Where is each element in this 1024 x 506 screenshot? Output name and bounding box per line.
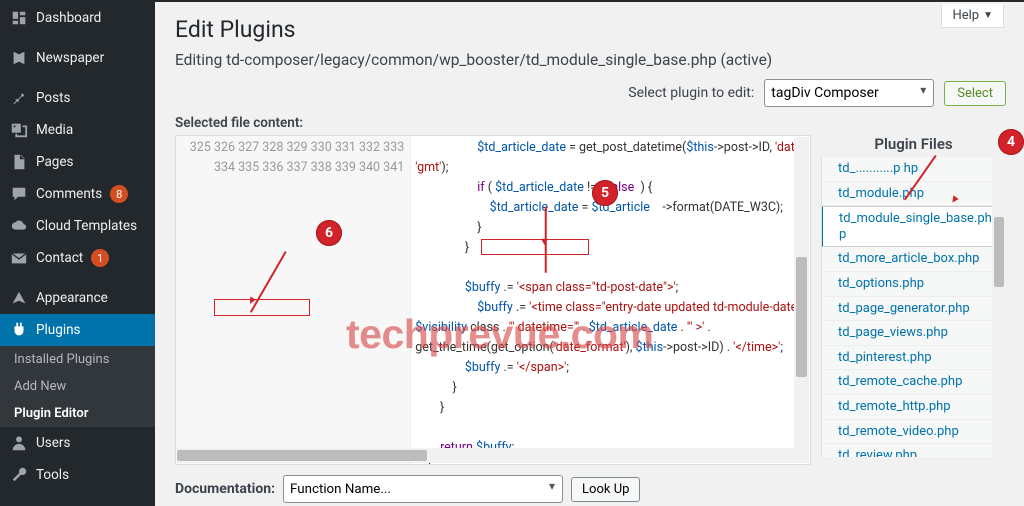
sidebar-item-plugins[interactable]: Plugins — [0, 314, 155, 346]
plugin-file-item[interactable]: td_remote_http.php — [822, 395, 1006, 420]
callout-5: 5 — [592, 180, 618, 206]
sidebar-item-label: Posts — [36, 90, 70, 106]
callout-6: 6 — [316, 220, 342, 246]
page-icon — [10, 153, 28, 171]
cloud-icon — [10, 217, 28, 235]
appearance-icon — [10, 289, 28, 307]
sidebar-item-newspaper[interactable]: Newspaper — [0, 42, 155, 74]
plugin-files-heading: Plugin Files — [821, 135, 1006, 153]
sidebar-item-media[interactable]: Media — [0, 114, 155, 146]
comment-icon — [10, 185, 28, 203]
sidebar-item-cloud-templates[interactable]: Cloud Templates — [0, 210, 155, 242]
help-label: Help — [952, 8, 979, 23]
sidebar-item-posts[interactable]: Posts — [0, 82, 155, 114]
selected-file-label: Selected file content: — [175, 115, 303, 131]
sidebar-item-pages[interactable]: Pages — [0, 146, 155, 178]
sidebar-item-users[interactable]: Users — [0, 427, 155, 459]
sidebar-subitem-add-new[interactable]: Add New — [0, 373, 155, 400]
badge: 1 — [91, 249, 109, 267]
plugin-file-list: td_...........p hptd_module.phptd_module… — [821, 157, 1006, 457]
plugin-file-item[interactable]: td_remote_video.php — [822, 420, 1006, 445]
mail-icon — [10, 249, 28, 267]
plugin-file-item[interactable]: td_more_article_box.php — [822, 247, 1006, 272]
select-button[interactable]: Select — [944, 81, 1006, 106]
sidebar-item-dashboard[interactable]: Dashboard — [0, 2, 155, 34]
sidebar-item-label: Users — [36, 435, 70, 451]
code-editor[interactable]: 325 326 327 328 329 330 331 332 333 334 … — [175, 135, 811, 465]
sidebar-item-label: Newspaper — [36, 50, 104, 66]
plugin-file-item[interactable]: td_pinterest.php — [822, 346, 1006, 371]
plugin-file-item[interactable]: td_page_generator.php — [822, 297, 1006, 322]
page-title: Edit Plugins — [175, 16, 1006, 43]
editor-scrollbar-vertical[interactable] — [794, 137, 809, 463]
sidebar-item-label: Cloud Templates — [36, 218, 137, 234]
line-gutter: 325 326 327 328 329 330 331 332 333 334 … — [176, 136, 411, 464]
sidebar-item-label: Pages — [36, 154, 74, 170]
select-plugin-label: Select plugin to edit: — [628, 85, 754, 101]
sidebar-item-label: Media — [36, 122, 73, 138]
sidebar-item-label: Comments — [36, 186, 102, 202]
sidebar-item-contact[interactable]: Contact 1 — [0, 242, 155, 274]
plugin-file-item[interactable]: td_review.php — [822, 444, 1006, 457]
editing-path: Editing td-composer/legacy/common/wp_boo… — [175, 51, 1006, 69]
documentation-select[interactable]: Function Name... — [283, 475, 563, 503]
sidebar-subitem-installed-plugins[interactable]: Installed Plugins — [0, 346, 155, 373]
plugin-file-item[interactable]: td_module_single_base.php — [821, 206, 1006, 247]
plugin-select[interactable]: tagDiv Composer — [764, 79, 934, 107]
help-tab[interactable]: Help ▼ — [941, 4, 1004, 28]
documentation-label: Documentation: — [175, 481, 275, 497]
dashboard-icon — [10, 9, 28, 27]
file-list-scrollbar[interactable] — [992, 157, 1006, 457]
sidebar-item-comments[interactable]: Comments 8 — [0, 178, 155, 210]
plugin-icon — [10, 321, 28, 339]
sidebar-item-label: Plugins — [36, 322, 81, 338]
sidebar-item-appearance[interactable]: Appearance — [0, 282, 155, 314]
sidebar-subitem-plugin-editor[interactable]: Plugin Editor — [0, 400, 155, 427]
media-icon — [10, 121, 28, 139]
plugin-file-item[interactable]: td_options.php — [822, 272, 1006, 297]
main-content: Help ▼ Edit Plugins Editing td-composer/… — [155, 2, 1024, 506]
admin-sidebar: Dashboard Newspaper Posts Media Pages Comment… — [0, 2, 155, 506]
sidebar-item-label: Tools — [36, 467, 69, 483]
plugin-file-item[interactable]: td_remote_cache.php — [822, 370, 1006, 395]
chevron-down-icon: ▼ — [983, 10, 993, 21]
callout-4: 4 — [998, 129, 1024, 155]
sidebar-item-label: Dashboard — [36, 10, 101, 26]
editor-scrollbar-horizontal[interactable] — [177, 448, 794, 463]
sidebar-item-label: Contact — [36, 250, 83, 266]
lookup-button[interactable]: Look Up — [571, 477, 640, 502]
arrow-5-head: ▼ — [539, 232, 550, 252]
sidebar-item-tools[interactable]: Tools — [0, 459, 155, 491]
plugin-file-item[interactable]: td_page_views.php — [822, 321, 1006, 346]
newspaper-icon — [10, 49, 28, 67]
users-icon — [10, 434, 28, 452]
plugin-file-item[interactable]: td_...........p hp — [822, 157, 1006, 182]
pin-icon — [10, 89, 28, 107]
tools-icon — [10, 466, 28, 484]
badge: 8 — [110, 185, 128, 203]
sidebar-item-label: Appearance — [36, 290, 108, 306]
